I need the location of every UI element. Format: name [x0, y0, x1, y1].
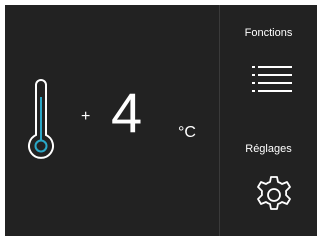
settings-button[interactable]: Réglages [220, 121, 317, 236]
settings-label: Réglages [245, 143, 292, 155]
temperature-value: 4 [111, 81, 143, 144]
temperature-sign: + [81, 108, 91, 125]
functions-button[interactable]: Fonctions [220, 5, 317, 120]
list-icon [252, 66, 292, 92]
gear-icon [257, 176, 291, 210]
functions-label: Fonctions [244, 27, 293, 39]
temperature-unit: °C [178, 124, 196, 141]
display-screen: + 4 °C Fonctions Réglages [5, 5, 317, 236]
thermometer-icon [28, 79, 54, 159]
